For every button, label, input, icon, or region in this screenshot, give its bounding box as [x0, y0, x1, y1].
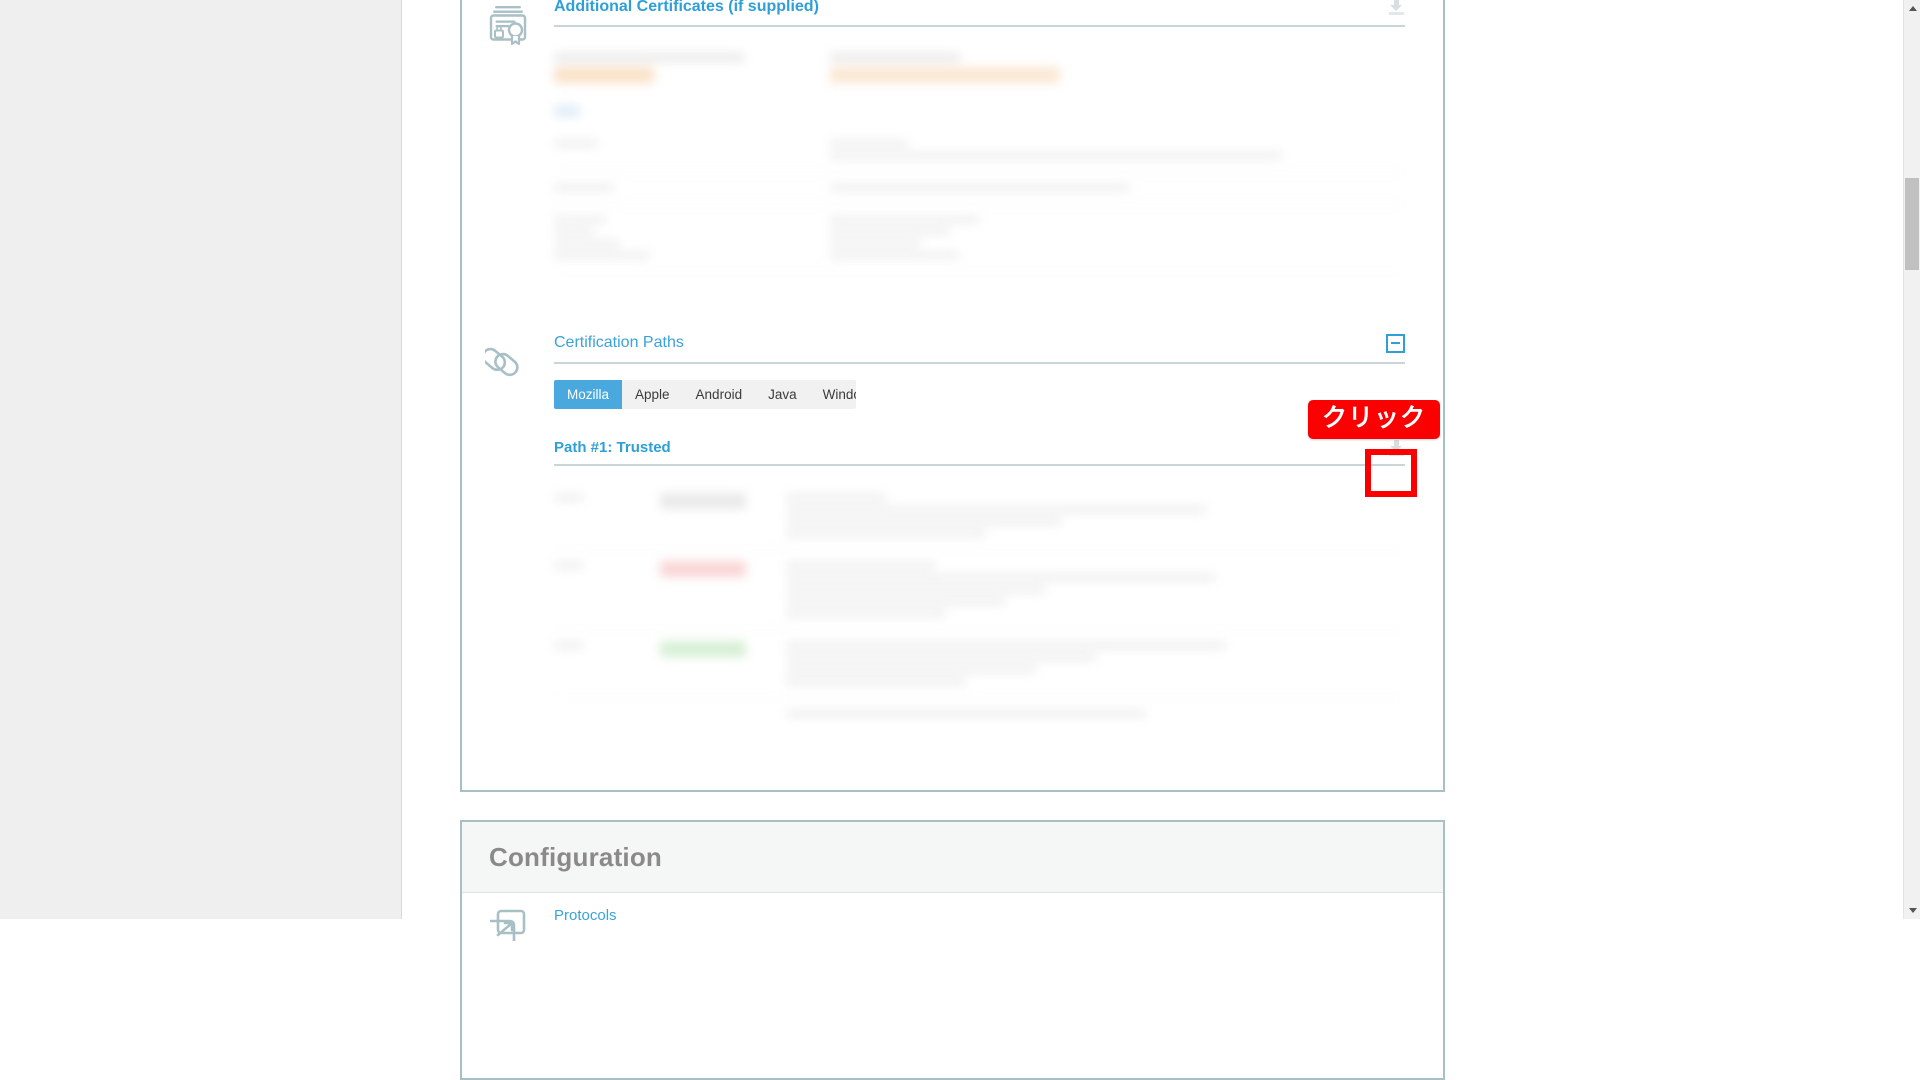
certification-paths-title: Certification Paths [554, 334, 684, 352]
additional-certificates-title: Additional Certificates (if supplied) [554, 0, 819, 15]
chain-link-icon [462, 320, 554, 730]
tab-apple[interactable]: Apple [622, 380, 683, 410]
configuration-panel-header: Configuration [462, 822, 1443, 893]
download-icon[interactable] [1388, 0, 1405, 16]
tab-windows[interactable]: Windows [810, 380, 856, 410]
certification-path-redacted-content [554, 482, 1405, 729]
path-header: Path #1: Trusted [554, 427, 1405, 467]
certification-paths-tabbar: Mozilla Apple Android Java Windows [554, 379, 856, 410]
annotation-highlight-box [1365, 449, 1417, 497]
certificate-icon [462, 0, 554, 272]
certification-paths-header: Certification Paths [554, 320, 1405, 364]
configuration-title: Configuration [489, 842, 663, 872]
protocols-link[interactable]: Protocols [554, 893, 1405, 924]
collapse-icon[interactable] [1386, 333, 1405, 353]
section-additional-certificates: Additional Certificates (if supplied) [462, 0, 1443, 272]
configuration-panel: Configuration Protocols [460, 820, 1445, 1080]
protocol-arrow-icon [462, 893, 554, 949]
certificates-panel: Additional Certificates (if supplied) Ce… [460, 0, 1445, 792]
certification-paths-body: Certification Paths Mozilla Apple Androi… [554, 320, 1443, 730]
page-left-gutter [0, 0, 402, 919]
certification-paths-actions [1386, 333, 1405, 353]
scrollbar-up-arrow[interactable] [1904, 0, 1920, 17]
path-title: Path #1: Trusted [554, 439, 671, 457]
additional-certificates-header: Additional Certificates (if supplied) [554, 0, 1405, 27]
tab-android[interactable]: Android [683, 380, 756, 410]
tab-mozilla[interactable]: Mozilla [554, 379, 623, 410]
protocols-body: Protocols [554, 893, 1443, 924]
certification-paths-tabbar-wrap: Mozilla Apple Android Java Windows [554, 364, 1405, 410]
scrollbar-down-arrow[interactable] [1904, 902, 1920, 919]
tab-java[interactable]: Java [755, 380, 810, 410]
vertical-scrollbar[interactable] [1903, 0, 1920, 919]
annotation-click-badge: クリック [1308, 400, 1441, 439]
section-certification-paths: Certification Paths Mozilla Apple Androi… [462, 272, 1443, 730]
page-viewport: Additional Certificates (if supplied) Ce… [0, 0, 1920, 1080]
main-content-column: Additional Certificates (if supplied) Ce… [403, 0, 1898, 1080]
scrollbar-thumb[interactable] [1905, 178, 1919, 270]
additional-certificates-actions [1388, 0, 1405, 16]
additional-certificates-body: Additional Certificates (if supplied) [554, 0, 1443, 272]
section-protocols: Protocols [462, 893, 1443, 949]
additional-certificates-redacted-content [554, 41, 1405, 272]
